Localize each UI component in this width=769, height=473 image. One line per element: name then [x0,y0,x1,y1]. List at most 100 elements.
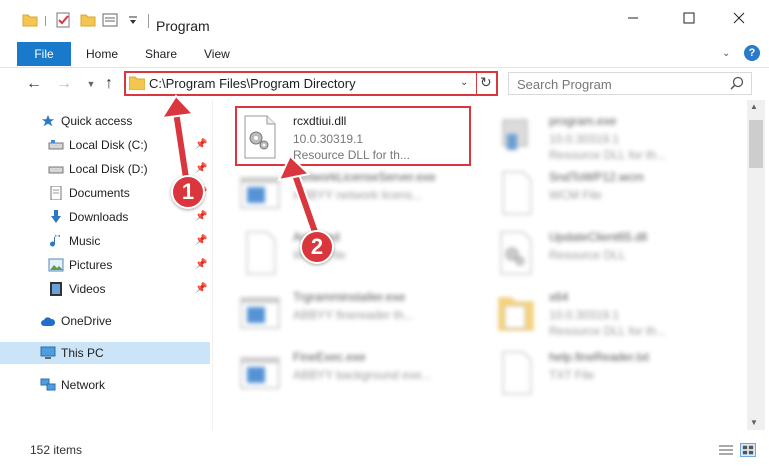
file-name: x64 [549,290,569,304]
file-name: NetworkLicenseServer.exe [293,170,436,184]
nav-item-downloads[interactable]: Downloads 📌 [0,206,210,228]
tab-share[interactable]: Share [145,42,177,66]
blank-file-icon [502,171,532,215]
nav-item-network[interactable]: Network [0,374,210,396]
back-arrow-icon[interactable]: ← [25,75,43,93]
status-bar: 152 items [0,438,769,473]
nav-item-music[interactable]: Music 📌 [0,230,210,252]
details-view-icon[interactable] [718,443,734,457]
file-name: help.fineReader.txt [549,350,650,364]
pin-icon[interactable]: 📌 [195,211,207,222]
file-description: ABBYY finereader th... [293,308,414,322]
drive-icon [48,140,64,150]
scroll-thumb[interactable] [749,120,763,168]
new-folder-icon[interactable] [80,12,96,28]
help-icon[interactable]: ? [744,45,760,61]
address-dropdown-icon[interactable]: ⌄ [460,77,468,88]
pin-icon[interactable]: 📌 [195,259,207,270]
properties-check-icon[interactable] [55,12,71,28]
download-icon [51,210,61,223]
file-name: SndToWP12.wcm [549,170,644,184]
file-tile-archived[interactable]: Archived WCM File [237,226,477,282]
forward-arrow-icon[interactable]: → [55,75,73,93]
up-arrow-icon[interactable]: ↑ [100,75,118,93]
search-input[interactable]: Search Program [508,72,752,95]
close-icon [733,12,745,24]
pin-icon[interactable]: 📌 [195,283,207,294]
file-tile-fineexec[interactable]: FineExec.exe ABBYY background exe... [237,346,477,402]
nav-item-label: Pictures [69,258,113,272]
file-type: TXT File [549,368,595,382]
recent-locations-dropdown-icon[interactable]: ▼ [82,75,100,93]
cloud-icon [41,317,56,326]
separator [476,73,477,94]
file-version: 10.0.30319.1 [549,308,620,322]
maximize-button[interactable] [666,11,712,37]
minimize-icon [628,17,638,19]
nav-item-onedrive[interactable]: OneDrive [0,310,210,332]
nav-item-local-disk-c[interactable]: Local Disk (C:) 📌 [0,134,210,156]
file-name: program.exe [549,114,617,128]
separator [45,16,46,26]
close-button[interactable] [716,11,762,37]
scroll-up-icon[interactable]: ▲ [750,102,758,111]
file-tile-trgramminstaller[interactable]: TrgramminstaIler.exe ABBYY finereader th… [237,286,477,342]
maximize-icon [683,12,695,24]
file-version: 10.0.30319.1 [549,132,620,146]
minimize-button[interactable] [610,11,656,37]
file-name: FineExec.exe [293,350,366,364]
window-app-icon [240,297,280,329]
file-tile-program[interactable]: program.exe 10.0.30319.1 Resource DLL fo… [493,110,733,166]
highlight-box [235,106,471,166]
nav-item-label: Music [69,234,101,248]
address-path[interactable]: C:\Program Files\Program Directory [149,76,356,91]
nav-item-pictures[interactable]: Pictures 📌 [0,254,210,276]
file-tile-sndtowp12[interactable]: SndToWP12.wcm WCM File [493,166,733,222]
folder-icon [498,297,534,331]
file-name: TrgramminstaIler.exe [293,290,406,304]
search-placeholder: Search Program [517,77,612,92]
file-description: ABBYY background exe... [293,368,432,382]
file-type: WCM File [549,188,602,202]
file-tile-x64[interactable]: x64 10.0.30319.1 Resource DLL for th... [493,286,733,342]
file-description: Resource DLL for th... [549,324,666,338]
blank-file-icon [502,351,532,395]
address-bar[interactable]: C:\Program Files\Program Directory ⌄ ↻ [124,71,498,96]
pin-icon[interactable]: 📌 [195,139,207,150]
nav-item-this-pc[interactable]: This PC [0,342,210,364]
nav-item-label: Documents [69,186,130,200]
star-icon [41,114,55,127]
file-tile-updateclient65[interactable]: UpdateClient65.dll Resource DLL [493,226,733,282]
exe-icon [502,119,528,150]
nav-item-label: OneDrive [61,314,112,328]
file-type: Resource DLL [549,248,626,262]
computer-icon [40,346,56,359]
documents-icon [50,186,62,200]
scroll-down-icon[interactable]: ▼ [750,418,758,427]
nav-item-label: Local Disk (C:) [69,138,148,152]
vertical-scrollbar[interactable]: ▲ ▼ [747,100,765,430]
file-tile-help-finereader[interactable]: help.fineReader.txt TXT File [493,346,733,402]
pin-icon[interactable]: 📌 [195,163,207,174]
customize-icon[interactable] [102,12,118,28]
quick-access-dropdown-icon[interactable] [128,12,138,28]
window-title: Program [156,18,210,34]
navigation-pane: Quick access Local Disk (C:) 📌 Local Dis… [0,100,212,430]
pin-icon[interactable]: 📌 [195,235,207,246]
expand-ribbon-icon[interactable]: ⌄ [722,48,734,60]
title-bar: Program [0,0,769,40]
tab-home[interactable]: Home [86,42,118,66]
nav-item-videos[interactable]: Videos 📌 [0,278,210,300]
navigation-bar: ← → ▼ ↑ C:\Program Files\Program Directo… [0,68,769,100]
search-icon[interactable] [730,76,744,90]
separator [148,14,149,28]
nav-item-quick-access[interactable]: Quick access [0,110,210,132]
tab-view[interactable]: View [204,42,230,66]
tab-file[interactable]: File [17,42,71,66]
refresh-icon[interactable]: ↻ [480,74,492,91]
dll-gear-icon [500,231,532,275]
large-icons-view-icon[interactable] [740,443,756,457]
file-tile-networklicenseserver[interactable]: NetworkLicenseServer.exe ABBYY network l… [237,166,477,222]
blank-file-icon [246,231,276,275]
folder-icon[interactable] [22,12,38,28]
